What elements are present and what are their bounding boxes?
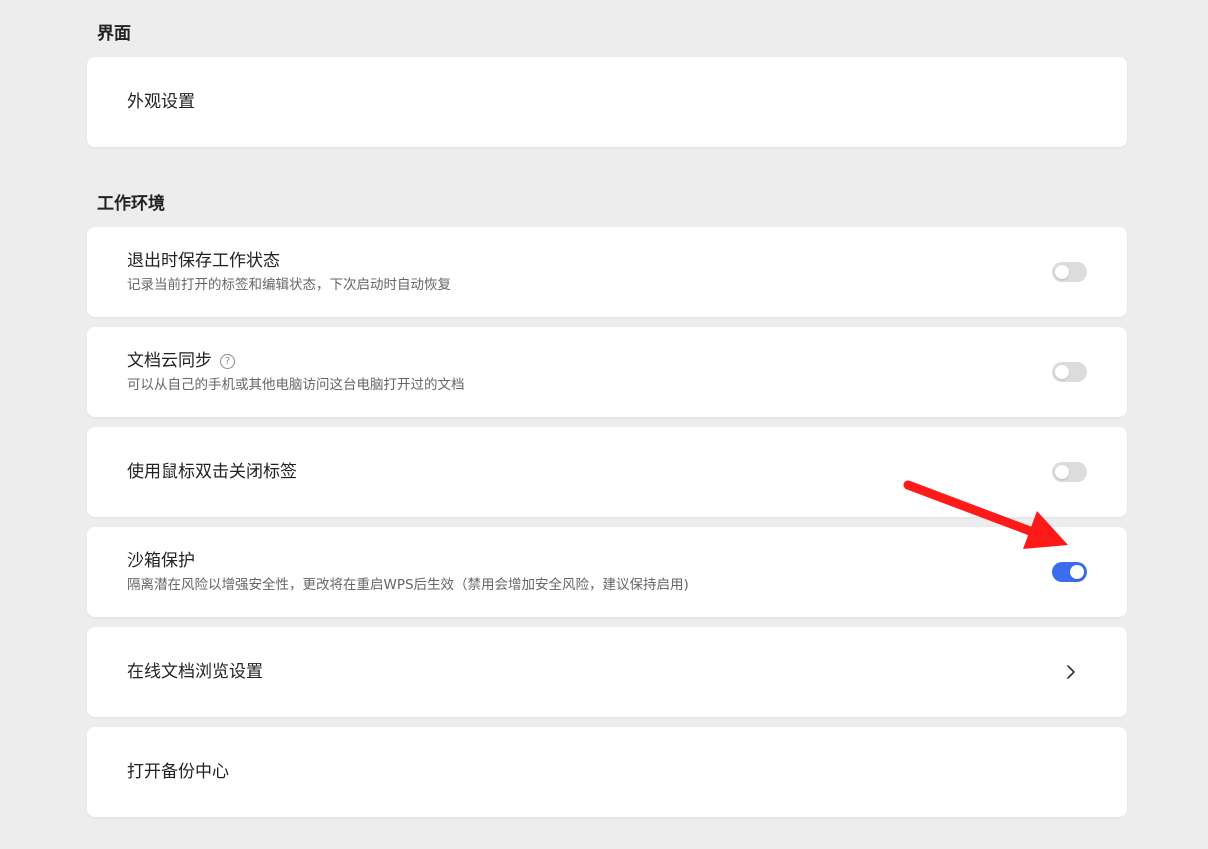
double-click-close-label: 使用鼠标双击关闭标签	[127, 462, 297, 482]
save-state-label: 退出时保存工作状态	[127, 251, 280, 271]
save-state-toggle[interactable]	[1052, 262, 1087, 282]
online-doc-browse-item[interactable]: 在线文档浏览设置	[87, 627, 1127, 717]
appearance-settings-label: 外观设置	[127, 92, 195, 112]
cloud-sync-item: 文档云同步 ? 可以从自己的手机或其他电脑访问这台电脑打开过的文档	[87, 327, 1127, 417]
toggle-knob	[1055, 365, 1069, 379]
toggle-knob	[1055, 465, 1069, 479]
toggle-knob	[1070, 565, 1084, 579]
online-doc-browse-label: 在线文档浏览设置	[127, 662, 263, 682]
sandbox-label: 沙箱保护	[127, 551, 195, 571]
toggle-knob	[1055, 265, 1069, 279]
double-click-close-item: 使用鼠标双击关闭标签	[87, 427, 1127, 517]
save-state-description: 记录当前打开的标签和编辑状态，下次启动时自动恢复	[127, 277, 451, 293]
section-title-appearance: 界面	[97, 24, 131, 44]
sandbox-toggle[interactable]	[1052, 562, 1087, 582]
sandbox-description: 隔离潜在风险以增强安全性，更改将在重启WPS后生效（禁用会增加安全风险，建议保持…	[127, 577, 689, 593]
cloud-sync-label: 文档云同步	[127, 351, 212, 371]
appearance-settings-item[interactable]: 外观设置	[87, 57, 1127, 147]
double-click-close-toggle[interactable]	[1052, 462, 1087, 482]
backup-center-item[interactable]: 打开备份中心	[87, 727, 1127, 817]
sandbox-item: 沙箱保护 隔离潜在风险以增强安全性，更改将在重启WPS后生效（禁用会增加安全风险…	[87, 527, 1127, 617]
cloud-sync-description: 可以从自己的手机或其他电脑访问这台电脑打开过的文档	[127, 377, 465, 393]
backup-center-label: 打开备份中心	[127, 762, 229, 782]
chevron-right-icon	[1067, 665, 1075, 679]
cloud-sync-toggle[interactable]	[1052, 362, 1087, 382]
save-state-item: 退出时保存工作状态 记录当前打开的标签和编辑状态，下次启动时自动恢复	[87, 227, 1127, 317]
section-title-workspace: 工作环境	[97, 194, 165, 214]
question-circle-icon[interactable]: ?	[220, 353, 235, 369]
